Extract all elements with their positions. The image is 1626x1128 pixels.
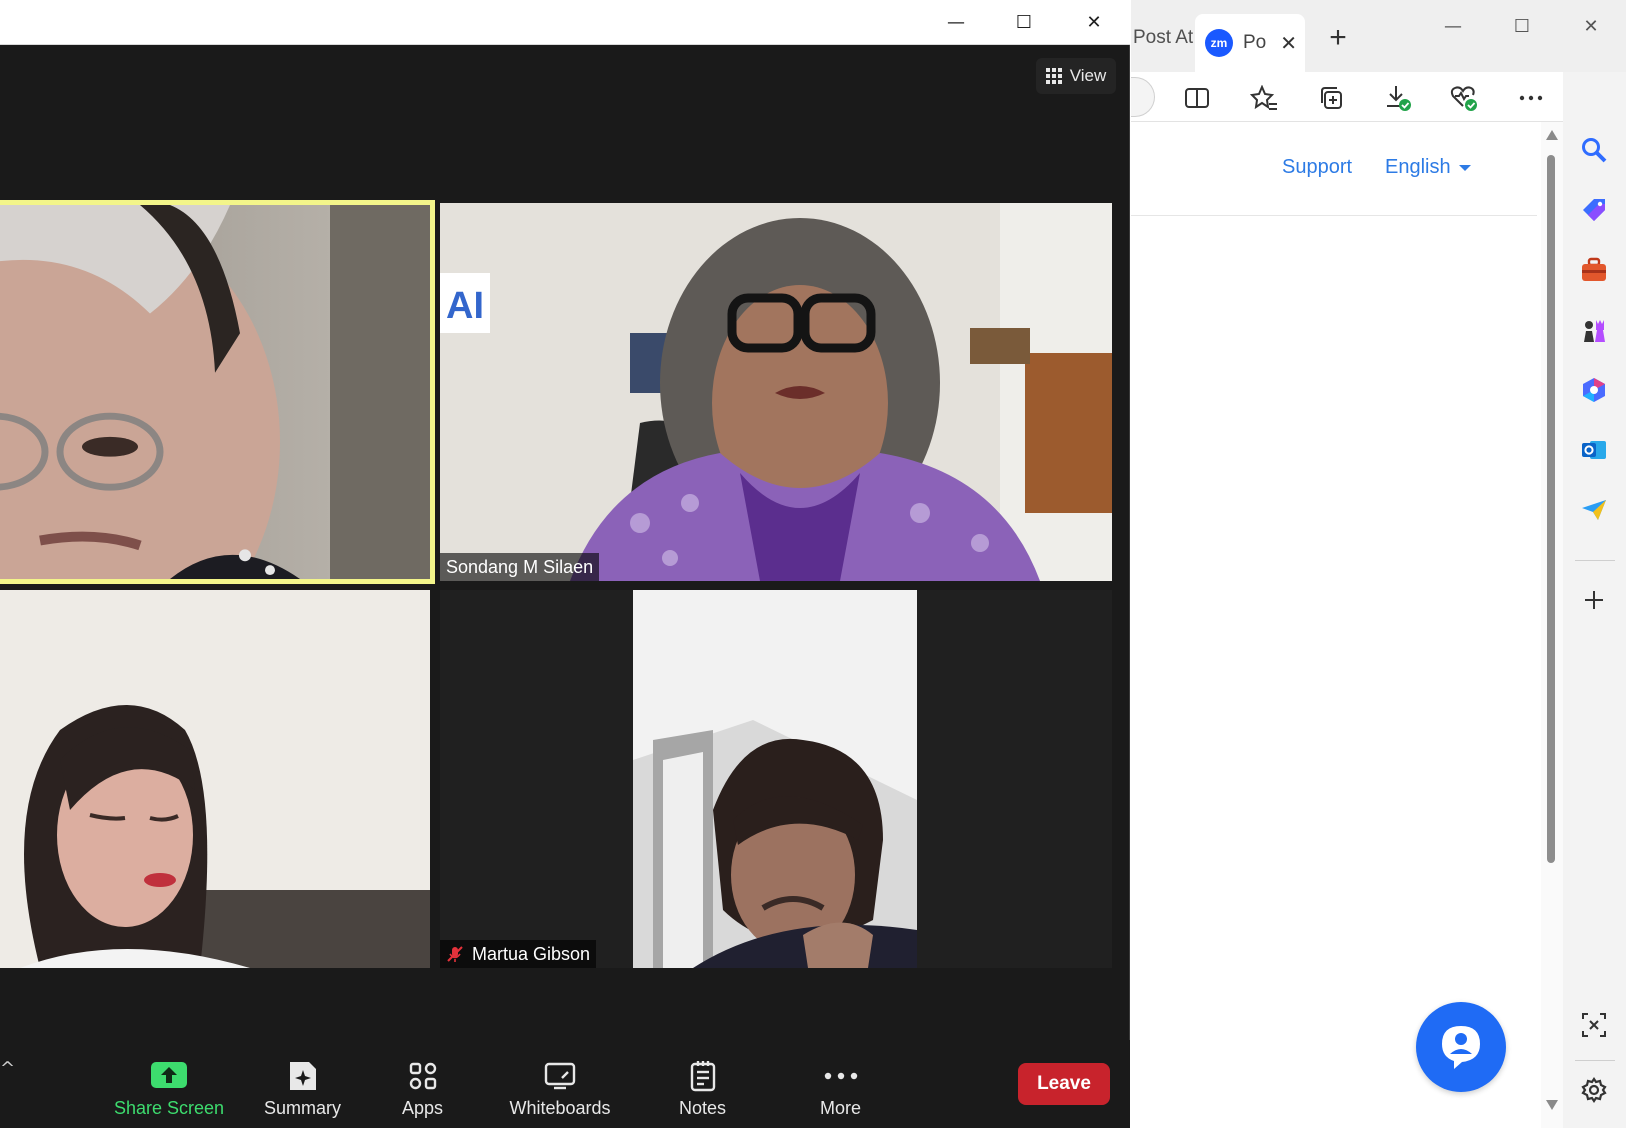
zoom-favicon-icon: zm (1205, 29, 1233, 57)
web-page-content: Support English (1131, 122, 1541, 1128)
microsoft-365-icon[interactable] (1576, 372, 1612, 408)
maximize-button[interactable]: ☐ (996, 0, 1052, 45)
scroll-up-arrow-icon[interactable] (1546, 130, 1558, 140)
whiteboards-button[interactable]: Whiteboards (500, 1040, 620, 1128)
collections-icon[interactable] (1311, 78, 1351, 118)
participant-video (0, 590, 430, 968)
tab-close-icon[interactable]: ✕ (1280, 31, 1297, 55)
participant-video-tile[interactable] (0, 590, 430, 968)
shopping-tag-icon[interactable] (1576, 192, 1612, 228)
browser-tab-inactive[interactable]: Post At (1131, 16, 1195, 60)
participant-name-tag: Martua Gibson (440, 940, 597, 968)
support-link[interactable]: Support (1282, 156, 1352, 179)
outlook-icon[interactable] (1576, 432, 1612, 468)
share-screen-button[interactable]: Share Screen (110, 1040, 228, 1128)
whiteboard-icon (540, 1056, 580, 1096)
participant-video-tile[interactable]: Martua Gibson (440, 590, 1112, 968)
sidebar-divider (1575, 560, 1615, 561)
minimize-button[interactable]: — (1428, 6, 1478, 46)
participant-video (633, 590, 917, 968)
notes-label: Notes (678, 1098, 727, 1118)
view-label: View (1069, 66, 1107, 85)
chat-support-button[interactable] (1416, 1002, 1506, 1092)
summary-icon (283, 1056, 323, 1096)
whiteboards-label: Whiteboards (509, 1098, 611, 1118)
add-icon[interactable] (1576, 582, 1612, 618)
share-screen-icon (149, 1056, 189, 1096)
share-screen-label: Share Screen (113, 1098, 225, 1118)
minimize-button[interactable]: — (928, 0, 984, 45)
sidebar-divider (1575, 1060, 1615, 1061)
browser-essentials-icon[interactable] (1444, 78, 1484, 118)
zoom-meeting-window: — ☐ ✕ View AI Sondang M Silaen Martua Gi… (0, 0, 1130, 1128)
downloads-icon[interactable] (1378, 78, 1418, 118)
participant-name-tag: Sondang M Silaen (440, 553, 600, 581)
participant-name: Sondang M Silaen (446, 556, 594, 577)
svg-text:AI: AI (446, 285, 484, 327)
apps-label: Apps (401, 1098, 444, 1118)
summary-label: Summary (263, 1098, 341, 1118)
send-paper-plane-icon[interactable] (1576, 492, 1612, 528)
settings-gear-icon[interactable] (1576, 1072, 1612, 1108)
address-bar[interactable] (1131, 77, 1155, 117)
participant-name: Martua Gibson (472, 943, 591, 964)
search-icon[interactable] (1576, 132, 1612, 168)
toolbox-icon[interactable] (1576, 252, 1612, 288)
vertical-scrollbar[interactable] (1541, 122, 1563, 1128)
grid-icon (1045, 68, 1062, 84)
participant-video-tile[interactable]: AI Sondang M Silaen (440, 203, 1112, 581)
more-button[interactable]: More (808, 1040, 873, 1128)
screenshot-icon[interactable] (1576, 1007, 1612, 1043)
zoom-title-bar: — ☐ ✕ (0, 0, 1130, 45)
maximize-button[interactable]: ☐ (1497, 6, 1547, 46)
more-options-icon[interactable] (1511, 78, 1551, 118)
more-label: More (819, 1098, 861, 1118)
view-button[interactable]: View (1036, 58, 1116, 94)
summary-button[interactable]: Summary (255, 1040, 350, 1128)
apps-icon (403, 1056, 443, 1096)
scrollbar-thumb[interactable] (1547, 155, 1555, 863)
new-tab-button[interactable]: + (1318, 16, 1358, 60)
header-divider (1131, 215, 1537, 216)
browser-toolbar (1131, 72, 1626, 122)
participant-video-tile[interactable] (0, 200, 435, 584)
favorites-icon[interactable] (1244, 78, 1284, 118)
notes-icon (683, 1056, 723, 1096)
tab-title: Po (1243, 32, 1267, 53)
split-screen-icon[interactable] (1177, 78, 1217, 118)
games-chess-icon[interactable] (1576, 312, 1612, 348)
edge-sidebar (1563, 72, 1626, 1128)
chat-person-icon (1442, 1026, 1480, 1069)
notes-button[interactable]: Notes (670, 1040, 735, 1128)
close-button[interactable]: ✕ (1566, 6, 1616, 46)
more-dots-icon (821, 1056, 861, 1096)
mic-muted-icon (446, 945, 464, 963)
scroll-down-arrow-icon[interactable] (1546, 1100, 1558, 1110)
meeting-toolbar: ^ Share Screen Summary Apps Whiteboards (0, 1040, 1130, 1128)
edge-browser-window: Post At zm Po ✕ + — ☐ ✕ Support English (1131, 0, 1626, 1128)
leave-meeting-button[interactable]: Leave (1018, 1063, 1110, 1105)
participant-video (0, 205, 430, 579)
apps-button[interactable]: Apps (385, 1040, 460, 1128)
browser-tab-bar: Post At zm Po ✕ + — ☐ ✕ (1131, 0, 1626, 72)
language-label: English (1385, 156, 1451, 178)
participant-video: AI (440, 203, 1112, 581)
browser-tab-active[interactable]: zm Po ✕ (1195, 14, 1305, 72)
language-selector[interactable]: English (1385, 156, 1471, 179)
chevron-down-icon (1458, 164, 1471, 171)
chevron-up-icon[interactable]: ^ (0, 1058, 15, 1079)
close-button[interactable]: ✕ (1066, 0, 1122, 45)
